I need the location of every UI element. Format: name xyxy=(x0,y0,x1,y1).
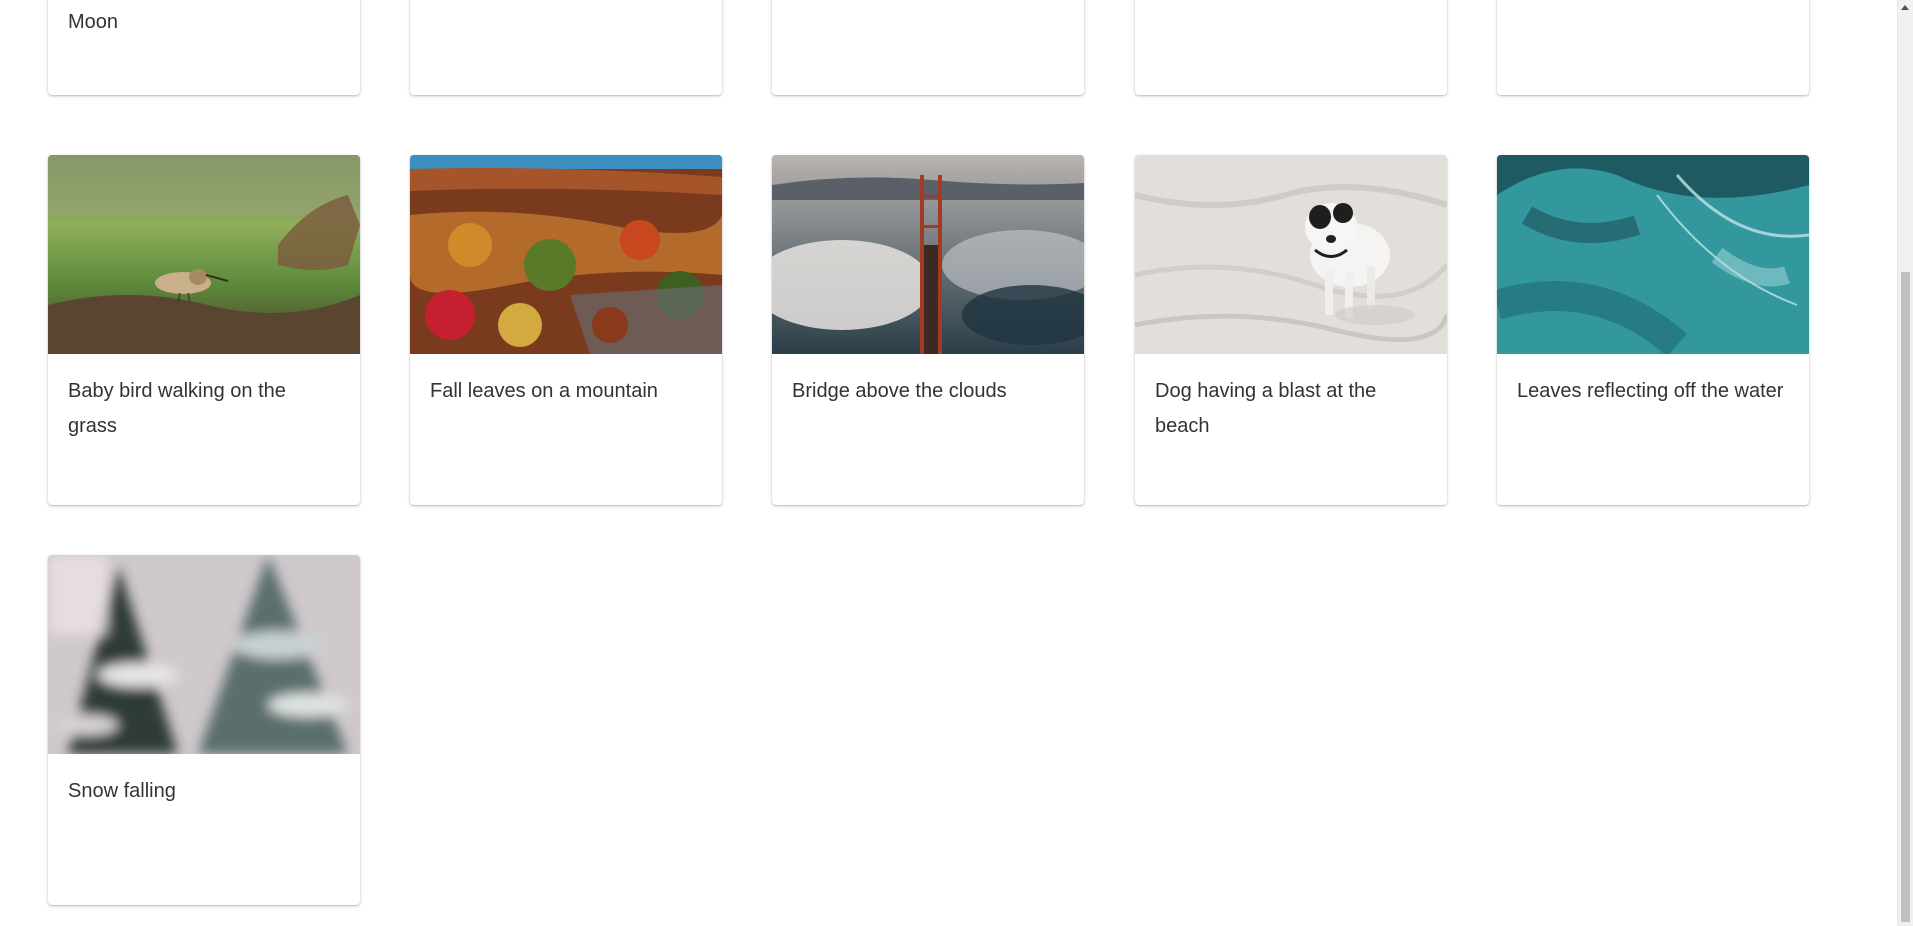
video-card[interactable] xyxy=(772,0,1084,95)
video-card-title: Fall leaves on a mountain xyxy=(430,380,658,402)
scrollbar-thumb[interactable] xyxy=(1901,272,1910,922)
scroll-up-arrow-icon[interactable] xyxy=(1898,0,1913,15)
video-card[interactable]: Moon xyxy=(48,0,360,95)
autumn-mountain-thumbnail-image xyxy=(410,155,722,354)
video-card-title: Moon xyxy=(48,1,138,95)
video-card-title: Dog having a blast at the beach xyxy=(1155,380,1377,437)
video-card-title: Baby bird walking on the grass xyxy=(68,380,286,437)
video-thumbnail[interactable] xyxy=(1497,155,1809,354)
video-card-title: Bridge above the clouds xyxy=(792,380,1007,402)
video-title-text: Moon xyxy=(68,11,119,33)
video-card[interactable] xyxy=(1135,0,1447,95)
video-thumbnail[interactable] xyxy=(410,155,722,354)
video-thumbnail[interactable] xyxy=(48,555,360,754)
vertical-scrollbar[interactable] xyxy=(1897,0,1913,926)
video-card-snow[interactable]: Snow falling xyxy=(48,555,360,905)
video-card-bird[interactable]: Baby bird walking on the grass xyxy=(48,155,360,505)
bird-thumbnail-image xyxy=(48,155,360,354)
video-card-leaves-water[interactable]: Leaves reflecting off the water xyxy=(1497,155,1809,505)
dog-thumbnail-image xyxy=(1135,155,1447,354)
video-thumbnail[interactable] xyxy=(772,155,1084,354)
video-card-fall-leaves[interactable]: Fall leaves on a mountain xyxy=(410,155,722,505)
video-thumbnail[interactable] xyxy=(48,155,360,354)
video-card[interactable] xyxy=(1497,0,1809,95)
snow-thumbnail-image xyxy=(48,555,360,754)
video-card-title: Snow falling xyxy=(68,780,176,802)
video-card-bridge[interactable]: Bridge above the clouds xyxy=(772,155,1084,505)
video-gallery: Moon Baby bird walking on the grass Fall… xyxy=(0,0,1898,926)
palm-water-thumbnail-image xyxy=(1497,155,1809,354)
video-thumbnail[interactable] xyxy=(1135,155,1447,354)
video-card[interactable] xyxy=(410,0,722,95)
bridge-thumbnail-image xyxy=(772,155,1084,354)
video-card-dog[interactable]: Dog having a blast at the beach xyxy=(1135,155,1447,505)
video-card-title: Leaves reflecting off the water xyxy=(1517,380,1784,402)
